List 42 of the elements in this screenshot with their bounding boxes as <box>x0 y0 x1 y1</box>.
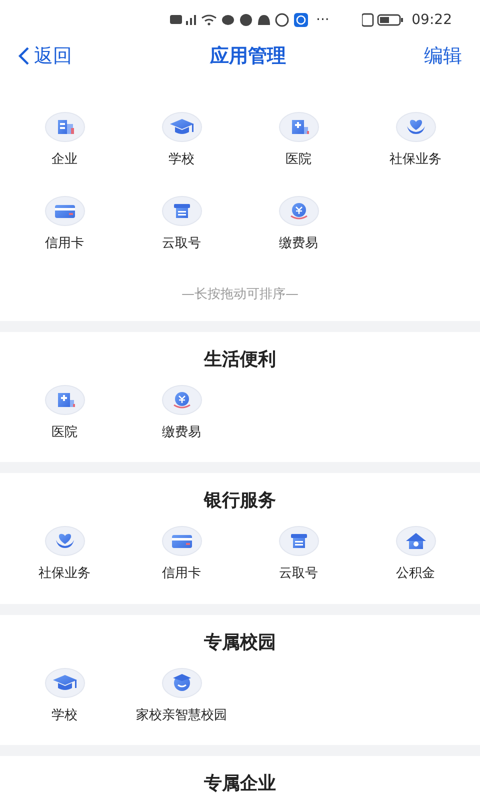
chevron-left-icon <box>18 46 30 66</box>
smiley-cap-icon <box>162 668 202 698</box>
house-icon <box>396 526 436 556</box>
app-tile[interactable]: 云取号 <box>240 526 357 584</box>
app-tile[interactable]: 家校亲智慧校园 <box>123 668 240 725</box>
battery-icon <box>362 13 404 27</box>
hospital-icon <box>278 112 318 142</box>
edit-button[interactable]: 编辑 <box>424 42 462 70</box>
ticket-icon <box>278 526 318 556</box>
clock: 09:22 <box>412 10 452 30</box>
app-tile[interactable]: 缴费易 <box>240 196 357 253</box>
credit-card-icon <box>162 526 202 556</box>
app-tile[interactable]: 社保业务 <box>357 112 474 170</box>
app-tile[interactable]: 缴费易 <box>123 384 240 442</box>
graduation-cap-icon <box>44 668 84 698</box>
graduation-cap-icon <box>162 112 202 142</box>
app-tile[interactable]: 学校 <box>123 112 240 170</box>
back-button[interactable]: 返回 <box>18 42 72 70</box>
heart-hands-icon <box>44 526 84 556</box>
more-indicator: ··· <box>316 10 330 30</box>
app-tile[interactable]: 学校 <box>6 668 123 725</box>
app-tile[interactable]: 医院 <box>6 384 123 442</box>
section-title: 专属校园 <box>203 630 277 654</box>
section-title: 专属企业 <box>203 772 277 796</box>
app-tile[interactable]: 公积金 <box>357 526 474 584</box>
section-title: 生活便利 <box>202 348 277 372</box>
coin-icon <box>162 384 202 414</box>
coin-icon <box>278 196 318 226</box>
hospital-icon <box>44 384 84 414</box>
sort-hint: —长按拖动可排序— <box>180 286 300 304</box>
app-tile[interactable]: 社保业务 <box>6 526 123 584</box>
app-tile[interactable]: 信用卡 <box>6 196 123 253</box>
app-tile[interactable]: 云取号 <box>123 196 240 253</box>
section-title: 银行服务 <box>202 489 277 513</box>
ticket-icon <box>162 196 202 226</box>
app-tile[interactable]: 信用卡 <box>123 526 240 584</box>
app-tile[interactable]: 医院 <box>240 112 357 170</box>
app-tile[interactable]: 企业 <box>6 112 123 170</box>
building-icon <box>44 112 84 142</box>
heart-hands-icon <box>396 112 436 142</box>
page-title: 应用管理 <box>210 44 286 69</box>
credit-card-icon <box>44 196 84 226</box>
